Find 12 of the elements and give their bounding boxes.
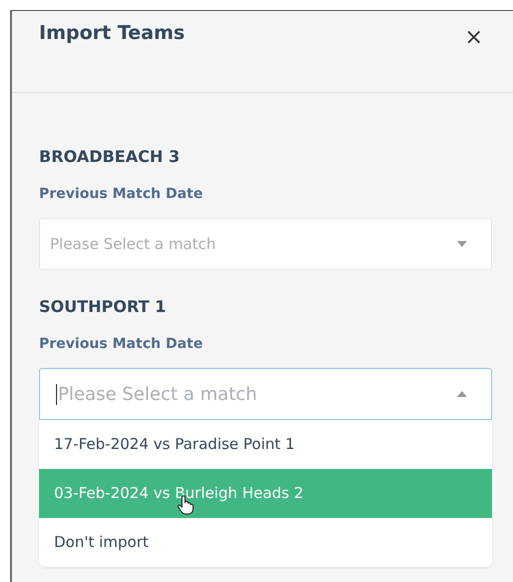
placeholder-text: Please Select a match [50, 235, 216, 253]
dialog-title: Import Teams [39, 22, 185, 44]
caret-up-icon [457, 391, 467, 397]
close-button[interactable]: × [464, 27, 483, 49]
field-label: Previous Match Date [39, 186, 204, 202]
field-label: Previous Match Date [39, 336, 204, 352]
team-name: BROADBEACH 3 [39, 147, 181, 166]
dropdown-option[interactable]: 17-Feb-2024 vs Paradise Point 1 [39, 420, 492, 469]
placeholder-text: Please Select a match [56, 384, 258, 404]
team-name: SOUTHPORT 1 [39, 297, 167, 316]
caret-down-icon [457, 241, 467, 247]
dropdown-option[interactable]: Don't import [39, 518, 492, 567]
